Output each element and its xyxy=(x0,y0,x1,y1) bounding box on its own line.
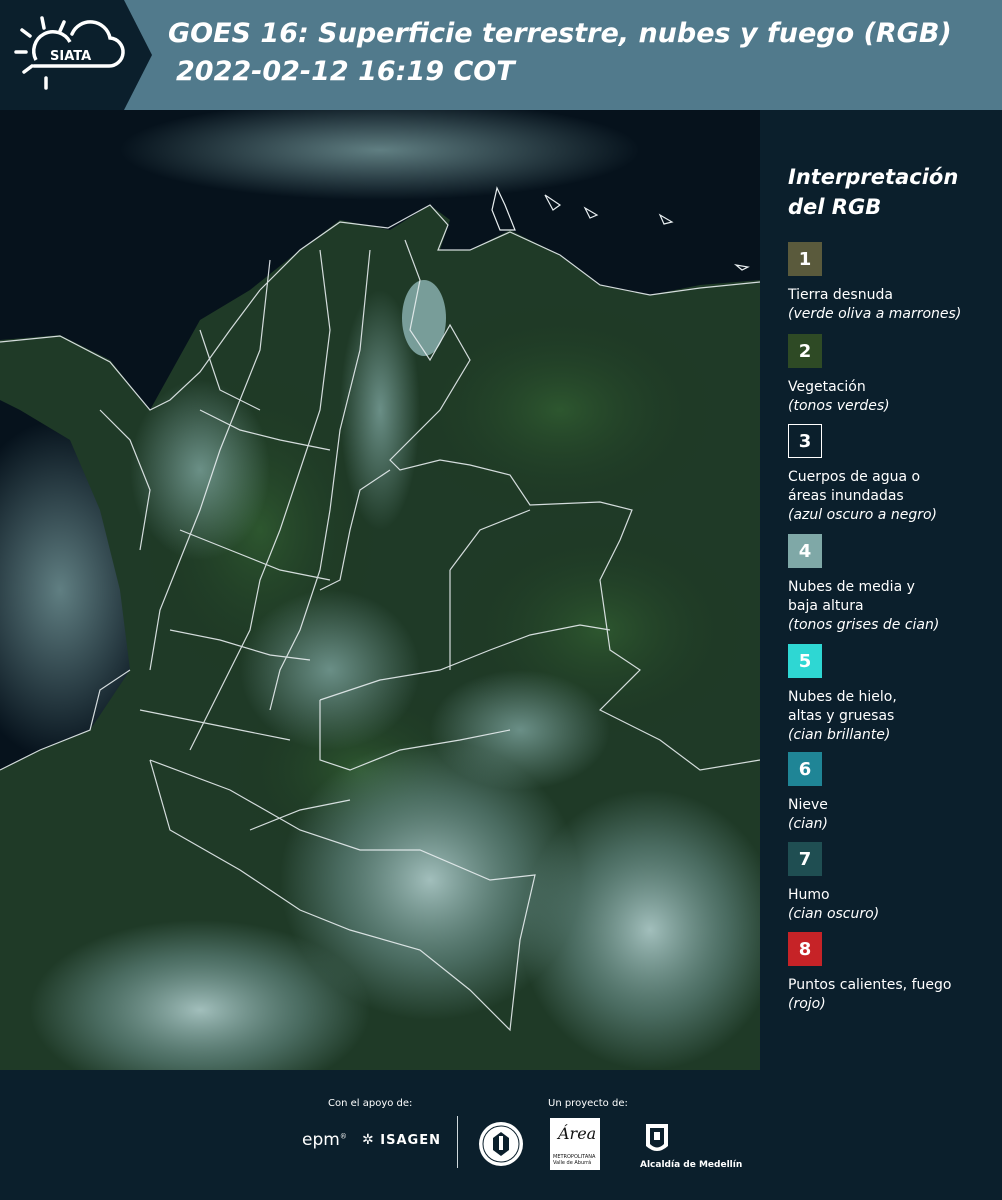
page-datetime: 2022-02-12 16:19 COT xyxy=(176,56,515,87)
legend-swatch-8: 8 xyxy=(788,932,822,966)
legend-sub-1: (verde oliva a marrones) xyxy=(788,306,962,322)
legend-label-6: Nieve xyxy=(788,797,828,813)
epm-logo: epm® xyxy=(302,1130,347,1150)
legend-swatch-3: 3 xyxy=(788,424,822,458)
legend-label-3b: áreas inundadas xyxy=(788,488,904,504)
legend-label-5: Nubes de hielo, xyxy=(788,689,897,705)
legend-swatch-5: 5 xyxy=(788,644,822,678)
header-bar: SIATA GOES 16: Superficie terrestre, nub… xyxy=(0,0,1002,110)
legend-swatch-6: 6 xyxy=(788,752,822,786)
legend-swatch-2: 2 xyxy=(788,334,822,368)
legend-title: Interpretación del RGB xyxy=(788,162,988,222)
project-label: Un proyecto de: xyxy=(548,1098,628,1109)
university-seal-icon xyxy=(479,1122,523,1166)
footer-divider xyxy=(457,1116,458,1168)
legend-item-8: 8 Puntos calientes, fuego (rojo) xyxy=(788,932,998,1014)
legend-label-1: Tierra desnuda xyxy=(788,287,893,303)
legend-label-3: Cuerpos de agua o xyxy=(788,469,921,485)
legend-title-line2: del RGB xyxy=(788,195,882,219)
page-title: GOES 16: Superficie terrestre, nubes y f… xyxy=(168,18,952,49)
legend-label-4b: baja altura xyxy=(788,598,864,614)
siata-logo-text: SIATA xyxy=(50,49,91,64)
isagen-logo-text: ISAGEN xyxy=(380,1133,441,1148)
legend-sub-3: (azul oscuro a negro) xyxy=(788,507,937,523)
legend-item-3: 3 Cuerpos de agua o áreas inundadas (azu… xyxy=(788,424,998,525)
legend-item-2: 2 Vegetación (tonos verdes) xyxy=(788,334,998,416)
legend-swatch-7: 7 xyxy=(788,842,822,876)
epm-logo-text: epm xyxy=(302,1130,340,1150)
medellin-crest-icon xyxy=(646,1124,668,1151)
satellite-map xyxy=(0,110,760,1070)
alcaldia-medellin-logo-text: Alcaldía de Medellín xyxy=(640,1160,743,1170)
area-metropolitana-word: Área xyxy=(558,1124,597,1143)
legend-label-7: Humo xyxy=(788,887,830,903)
legend-label-2: Vegetación xyxy=(788,379,866,395)
support-label: Con el apoyo de: xyxy=(328,1098,413,1109)
area-metropolitana-logo: Área METROPOLITANA Valle de Aburrá xyxy=(550,1118,600,1170)
isagen-logo: ✲ ISAGEN xyxy=(362,1132,441,1148)
legend-item-5: 5 Nubes de hielo, altas y gruesas (cian … xyxy=(788,644,998,745)
legend-sub-2: (tonos verdes) xyxy=(788,398,890,414)
legend-label-4: Nubes de media y xyxy=(788,579,915,595)
legend-item-6: 6 Nieve (cian) xyxy=(788,752,998,834)
legend-sub-8: (rojo) xyxy=(788,996,826,1012)
area-metropolitana-sub: METROPOLITANA Valle de Aburrá xyxy=(553,1154,596,1166)
legend-label-8: Puntos calientes, fuego xyxy=(788,977,952,993)
legend-sub-4: (tonos grises de cian) xyxy=(788,617,940,633)
legend-label-5b: altas y gruesas xyxy=(788,708,895,724)
legend-item-7: 7 Humo (cian oscuro) xyxy=(788,842,998,924)
footer: Con el apoyo de: Un proyecto de: epm® ✲ … xyxy=(0,1070,1002,1200)
legend-item-4: 4 Nubes de media y baja altura (tonos gr… xyxy=(788,534,998,635)
legend-sub-6: (cian) xyxy=(788,816,828,832)
legend-sub-5: (cian brillante) xyxy=(788,727,891,743)
legend-item-1: 1 Tierra desnuda (verde oliva a marrones… xyxy=(788,242,998,324)
legend-sub-7: (cian oscuro) xyxy=(788,906,880,922)
siata-logo: SIATA xyxy=(0,0,152,110)
legend-swatch-1: 1 xyxy=(788,242,822,276)
legend-swatch-4: 4 xyxy=(788,534,822,568)
rgb-legend: Interpretación del RGB 1 Tierra desnuda … xyxy=(760,110,1002,1070)
legend-title-line1: Interpretación xyxy=(788,165,959,189)
